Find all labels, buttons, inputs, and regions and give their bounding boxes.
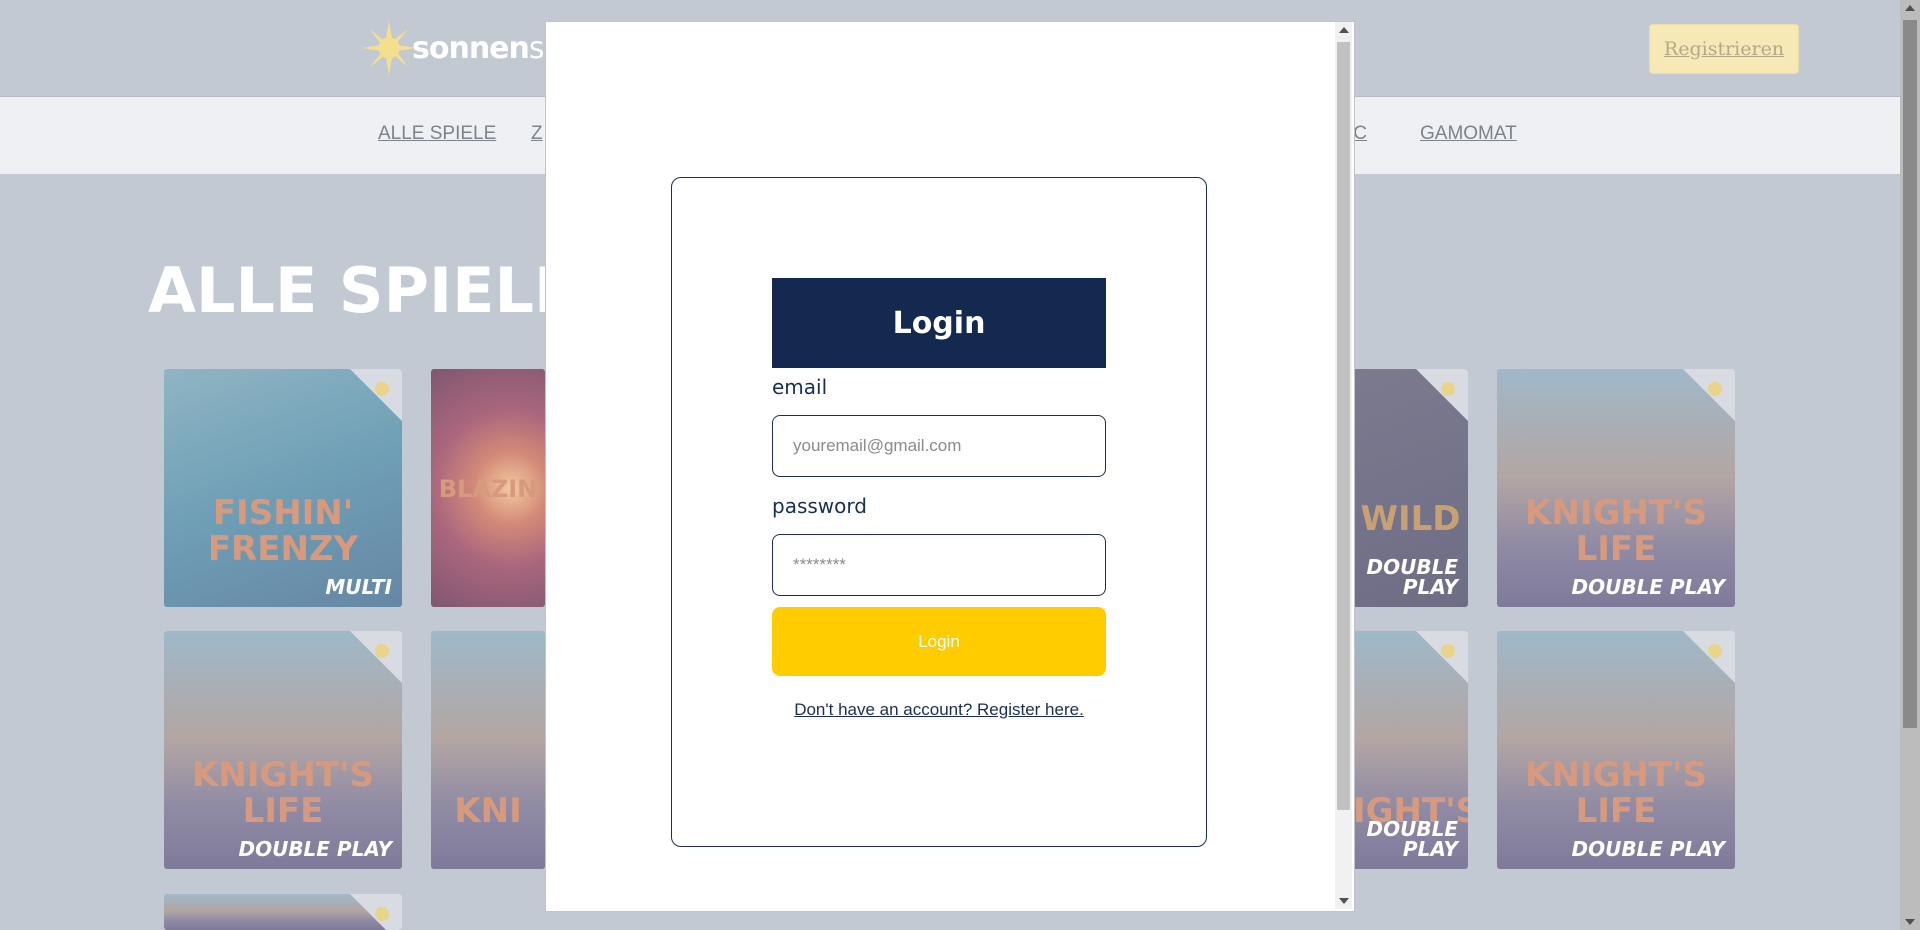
game-title: KNIGHT'S LIFE <box>192 755 374 831</box>
game-subtitle: DOUBLE PLAY <box>238 837 392 861</box>
sun-badge-icon <box>1441 382 1455 396</box>
page-scrollbar[interactable] <box>1900 0 1920 930</box>
nav-item-partial-z[interactable]: Z <box>531 123 543 145</box>
modal-scroll-thumb[interactable] <box>1337 42 1350 810</box>
game-subtitle: DOUBLE PLAY <box>1366 817 1459 861</box>
game-tile[interactable]: FISHIN' FRENZY MULTI <box>164 369 402 607</box>
game-title: BLAZIN <box>438 475 538 503</box>
page-scroll-thumb[interactable] <box>1903 20 1917 728</box>
password-field[interactable] <box>772 534 1106 596</box>
game-title: FISHIN' FRENZY <box>207 493 359 569</box>
scroll-down-arrow-icon[interactable] <box>1905 919 1915 925</box>
scroll-up-arrow-icon[interactable] <box>1905 5 1915 11</box>
register-button[interactable]: Registrieren <box>1649 24 1799 74</box>
game-tile[interactable]: KNIGHT'S LIFE DOUBLE PLAY <box>1497 369 1735 607</box>
game-title: KNI <box>454 791 522 831</box>
game-tile[interactable]: WILD DOUBLE PLAY <box>1353 369 1468 607</box>
game-subtitle: DOUBLE PLAY <box>1366 555 1459 599</box>
game-subtitle: DOUBLE PLAY <box>1571 575 1725 599</box>
login-button[interactable]: Login <box>772 607 1106 676</box>
sun-badge-icon <box>1708 382 1722 396</box>
scroll-up-arrow-icon[interactable] <box>1339 27 1349 33</box>
game-title: WILD <box>1360 499 1461 539</box>
game-title: KNIGHT'S LIFE <box>1525 755 1707 831</box>
register-link[interactable]: Don't have an account? Register here. <box>772 700 1106 720</box>
game-tile[interactable]: BLAZIN <box>431 369 545 607</box>
nav-item-gamomat[interactable]: GAMOMAT <box>1420 123 1517 145</box>
section-title: ALLE SPIELE <box>148 254 577 327</box>
login-title: Login <box>772 278 1106 368</box>
game-tile[interactable]: IGHT'S DOUBLE PLAY <box>1353 631 1468 869</box>
sun-badge-icon <box>1708 644 1722 658</box>
password-label: password <box>772 494 867 518</box>
game-tile[interactable]: KNIGHT'S LIFE DOUBLE PLAY <box>164 631 402 869</box>
game-subtitle: DOUBLE PLAY <box>1571 837 1725 861</box>
game-title: KNIGHT'S LIFE <box>1525 493 1707 569</box>
sun-badge-icon <box>1441 644 1455 658</box>
nav-item-alle-spiele[interactable]: ALLE SPIELE <box>378 123 496 145</box>
game-subtitle: MULTI <box>325 575 392 599</box>
modal-scrollbar[interactable] <box>1335 22 1352 909</box>
sun-logo-icon <box>361 20 417 76</box>
game-tile[interactable]: KNI <box>431 631 545 869</box>
sun-badge-icon <box>375 907 389 921</box>
scroll-down-arrow-icon[interactable] <box>1339 898 1349 904</box>
sun-badge-icon <box>375 644 389 658</box>
email-field[interactable] <box>772 415 1106 477</box>
email-label: email <box>772 375 828 399</box>
game-tile[interactable] <box>164 894 402 930</box>
sun-badge-icon <box>375 382 389 396</box>
game-tile[interactable]: KNIGHT'S LIFE DOUBLE PLAY <box>1497 631 1735 869</box>
